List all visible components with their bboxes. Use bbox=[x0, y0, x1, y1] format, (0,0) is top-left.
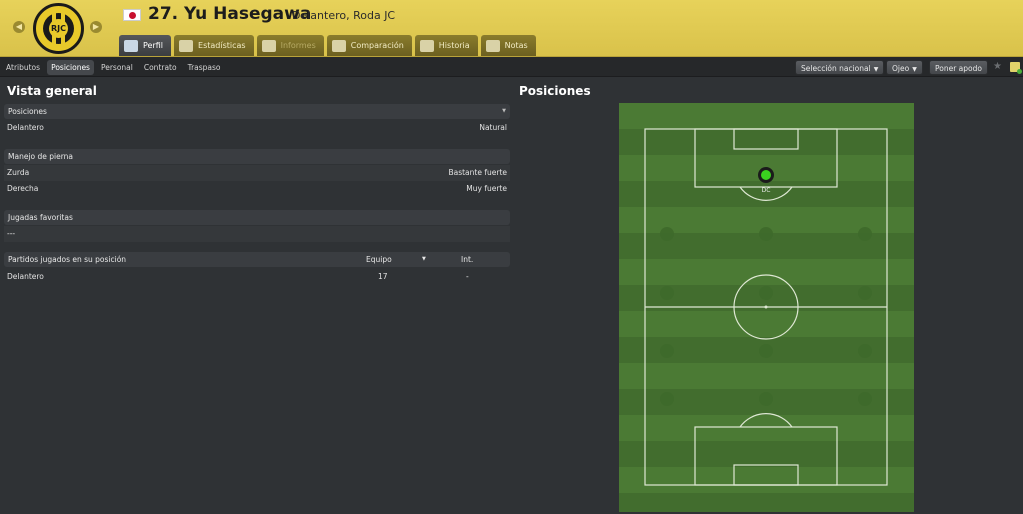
japan-flag-icon bbox=[123, 9, 141, 21]
positions-header[interactable]: Posiciones ▼ bbox=[4, 104, 510, 119]
chevron-down-icon: ▼ bbox=[912, 66, 917, 73]
footedness-header-label: Manejo de pierna bbox=[8, 152, 74, 161]
subtab-contract[interactable]: Contrato bbox=[140, 60, 181, 75]
set-nickname-button[interactable]: Poner apodo bbox=[929, 60, 988, 75]
star-icon[interactable]: ★ bbox=[993, 61, 1002, 72]
left-foot-row: Zurda Bastante fuerte bbox=[4, 165, 510, 181]
scout-label: Ojeo bbox=[892, 64, 910, 73]
history-icon bbox=[419, 39, 434, 52]
empty-position-spots bbox=[660, 227, 872, 406]
position-label: Delantero bbox=[7, 123, 44, 132]
tab-label: Perfil bbox=[143, 41, 164, 50]
subtab-positions[interactable]: Posiciones bbox=[47, 60, 94, 75]
position-marker[interactable] bbox=[758, 167, 774, 183]
overview-title: Vista general bbox=[7, 84, 97, 98]
position-marker-label: DC bbox=[761, 187, 771, 194]
nickname-label: Poner apodo bbox=[935, 64, 982, 73]
footedness-header: Manejo de pierna bbox=[4, 149, 510, 164]
scout-button[interactable]: Ojeo ▼ bbox=[886, 60, 923, 75]
tab-label: Historia bbox=[438, 41, 470, 50]
games-played-label: Partidos jugados en su posición bbox=[8, 255, 127, 264]
profile-icon bbox=[124, 39, 138, 52]
favourite-moves-row: --- bbox=[4, 226, 510, 242]
subtab-attributes[interactable]: Atributos bbox=[2, 60, 44, 75]
games-played-row: Delantero 17 - bbox=[4, 269, 510, 285]
position-pitch: DC bbox=[619, 103, 914, 512]
left-foot-label: Zurda bbox=[7, 168, 30, 177]
subtab-personal[interactable]: Personal bbox=[97, 60, 137, 75]
subtab-transfer[interactable]: Traspaso bbox=[184, 60, 225, 75]
favourite-moves-value: --- bbox=[7, 229, 16, 238]
favourite-moves-label: Jugadas favoritas bbox=[8, 213, 73, 222]
prev-player-icon[interactable]: ◀ bbox=[13, 21, 25, 33]
club-crest[interactable]: RJC bbox=[33, 3, 84, 54]
tab-notes[interactable]: Notas bbox=[480, 35, 536, 56]
tab-profile[interactable]: Perfil bbox=[119, 35, 172, 56]
tab-label: Comparación bbox=[350, 41, 404, 50]
sub-navigation: Atributos Posiciones Personal Contrato T… bbox=[0, 57, 1023, 77]
position-row: Delantero Natural bbox=[4, 120, 510, 136]
sort-icon[interactable]: ▼ bbox=[502, 104, 506, 119]
tab-label: Estadísticas bbox=[198, 41, 246, 50]
positions-title: Posiciones bbox=[519, 84, 591, 98]
tab-label: Informes bbox=[280, 41, 316, 50]
natural-position-dot bbox=[761, 170, 771, 180]
sort-icon[interactable]: ▼ bbox=[422, 252, 426, 267]
chevron-down-icon: ▼ bbox=[873, 66, 879, 73]
position-rating: Natural bbox=[479, 123, 507, 132]
tab-label: Notas bbox=[504, 41, 528, 50]
national-team-label: Selección nacional bbox=[801, 64, 871, 73]
right-foot-row: Derecha Muy fuerte bbox=[4, 181, 510, 197]
pitch-markings bbox=[644, 128, 888, 486]
games-position-label: Delantero bbox=[7, 272, 44, 281]
tab-history[interactable]: Historia bbox=[414, 35, 478, 56]
reports-icon bbox=[261, 39, 276, 52]
crest-monogram: RJC bbox=[49, 19, 68, 38]
games-played-header: Partidos jugados en su posición Equipo ▼… bbox=[4, 252, 510, 267]
national-team-button[interactable]: Selección nacional ▼ bbox=[795, 60, 885, 75]
player-name: 27. Yu Hasegawa bbox=[148, 4, 312, 24]
tab-compare[interactable]: Comparación bbox=[326, 35, 412, 56]
left-foot-value: Bastante fuerte bbox=[448, 168, 507, 177]
positions-header-label: Posiciones bbox=[8, 107, 47, 116]
right-foot-label: Derecha bbox=[7, 184, 39, 193]
next-player-icon[interactable]: ▶ bbox=[90, 21, 102, 33]
notes-icon bbox=[485, 39, 500, 52]
compare-icon bbox=[331, 39, 346, 52]
stats-icon bbox=[179, 39, 194, 52]
games-team-count: 17 bbox=[378, 272, 388, 281]
column-international[interactable]: Int. bbox=[461, 252, 473, 267]
tab-stats[interactable]: Estadísticas bbox=[174, 35, 254, 56]
right-foot-value: Muy fuerte bbox=[466, 184, 507, 193]
add-note-icon[interactable] bbox=[1010, 62, 1022, 74]
player-header: ◀ RJC ▶ 27. Yu Hasegawa Delantero, Roda … bbox=[0, 0, 1023, 57]
player-tabs: Perfil Estadísticas Informes Comparación… bbox=[119, 35, 536, 56]
games-int-count: - bbox=[466, 272, 469, 281]
favourite-moves-header: Jugadas favoritas bbox=[4, 210, 510, 225]
column-team[interactable]: Equipo bbox=[366, 252, 392, 267]
tab-reports[interactable]: Informes bbox=[256, 35, 324, 56]
player-position-club[interactable]: Delantero, Roda JC bbox=[292, 9, 395, 22]
